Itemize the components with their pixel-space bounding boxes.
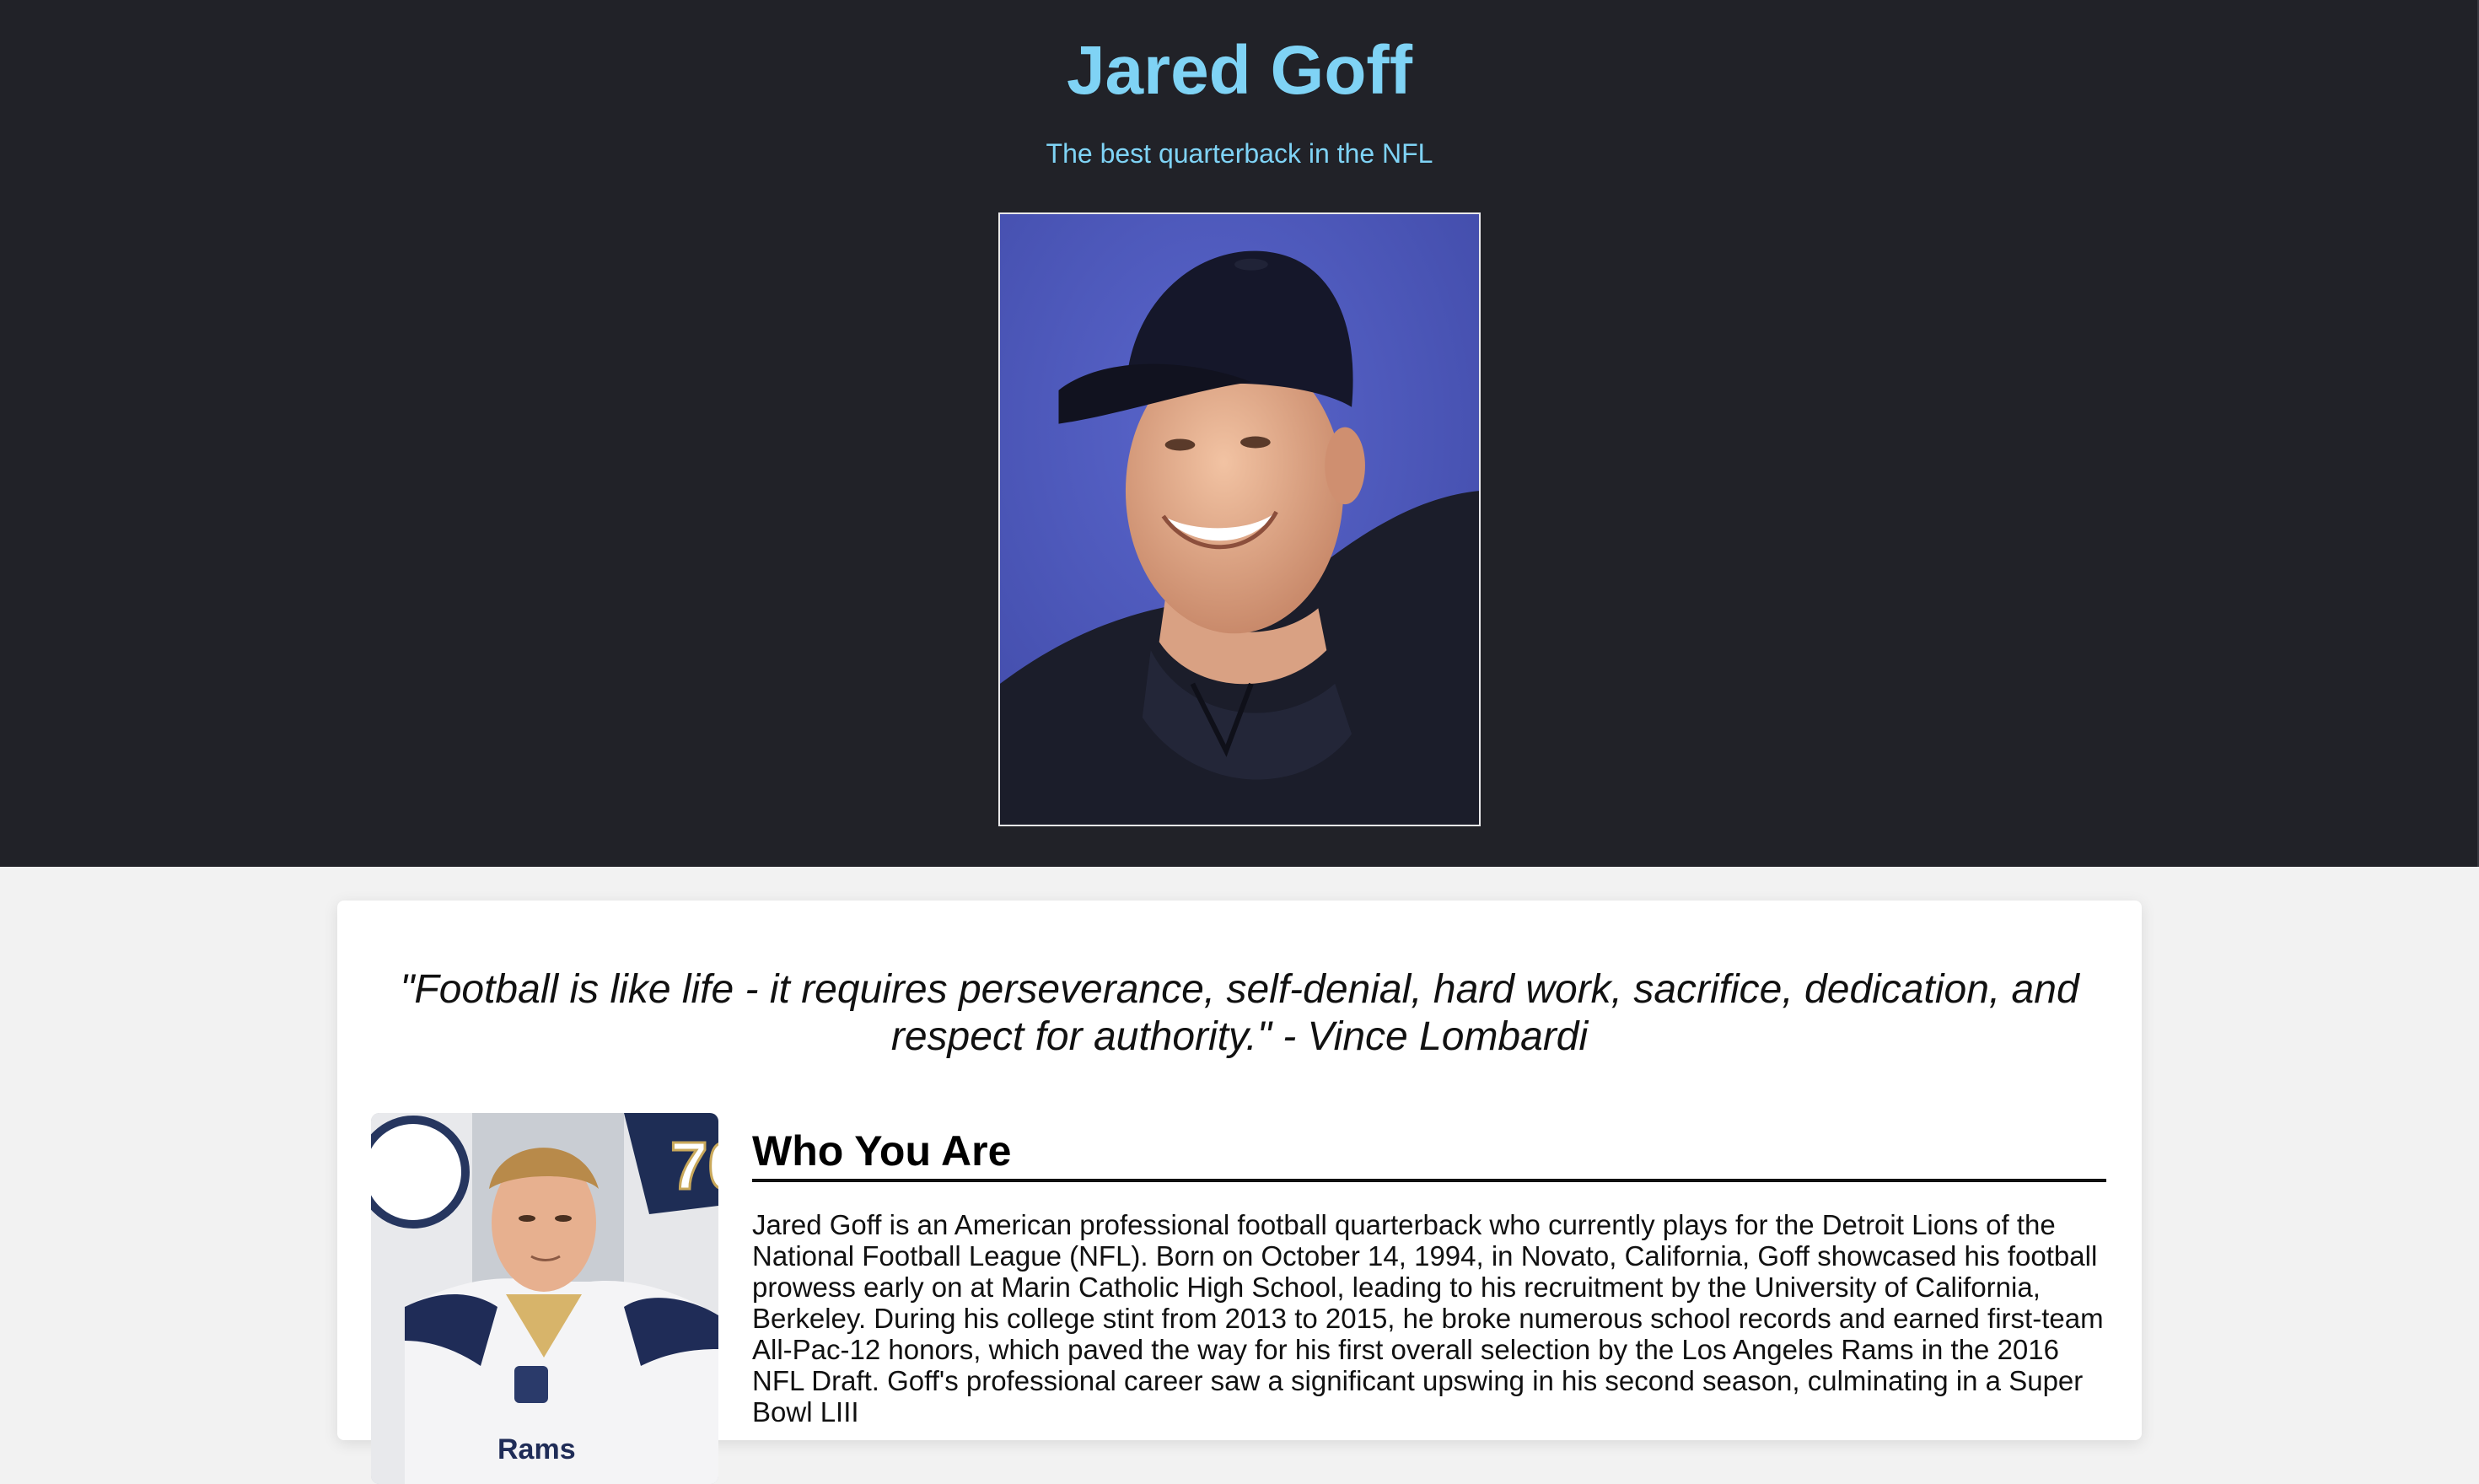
section-title: Who You Are [752,1123,2106,1182]
bio-paragraph: Jared Goff is an American professional f… [752,1209,2104,1428]
svg-text:70: 70 [670,1128,718,1203]
page-subtitle: The best quarterback in the NFL [1046,138,1433,169]
svg-text:Rams: Rams [497,1433,576,1465]
player-photo: 70 Rams [371,1113,718,1484]
quote-text: "Football is like life - it requires per… [400,967,2079,1059]
content-card: "Football is like life - it requires per… [337,901,2142,1484]
portrait-photo [998,212,1481,826]
page-title: Jared Goff [1066,32,1413,109]
hero-header: Jared Goff The best quarterback in the N… [0,0,2479,867]
